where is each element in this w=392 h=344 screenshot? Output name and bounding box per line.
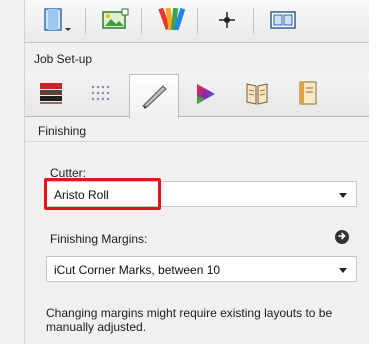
panels-button[interactable] [263, 5, 303, 37]
book-icon [242, 79, 272, 110]
crosshair-icon [215, 8, 239, 35]
app-window: Job Set-up Finishing Cutter: Aristo Roll… [0, 0, 392, 344]
margins-info-button[interactable] [335, 230, 349, 244]
color-swatches-icon [156, 6, 186, 37]
grid-dots-icon [86, 79, 116, 110]
job-setup-panel: Job Set-up Finishing Cutter: Aristo Roll… [24, 0, 370, 344]
tab-finishing[interactable] [129, 74, 179, 118]
cutter-label: Cutter: [50, 166, 87, 180]
media-stack-icon [36, 79, 66, 110]
color-swatches-button[interactable] [151, 5, 191, 37]
cutter-select[interactable]: Aristo Roll [46, 181, 357, 207]
tab-grid[interactable] [77, 74, 125, 114]
finishing-knife-icon [137, 80, 171, 113]
document-dropdown-button[interactable] [37, 5, 77, 37]
chevron-down-icon [339, 193, 347, 198]
document-dropdown-icon [39, 6, 75, 37]
tab-book[interactable] [233, 74, 281, 114]
image-layout-button[interactable] [95, 5, 135, 37]
top-toolbar [25, 0, 369, 43]
finishing-section-title: Finishing [38, 124, 87, 138]
finishing-margins-label: Finishing Margins: [50, 232, 148, 246]
settings-tab-row [25, 72, 369, 118]
document-bookmark-icon [294, 79, 324, 110]
cutter-select-value: Aristo Roll [54, 188, 109, 202]
panels-icon [268, 8, 298, 35]
arrow-right-icon [337, 230, 347, 244]
margins-note: Changing margins might require existing … [46, 306, 333, 334]
job-setup-label: Job Set-up [34, 52, 93, 66]
tab-media[interactable] [27, 74, 75, 114]
chevron-down-icon [339, 268, 347, 273]
image-layout-icon [99, 7, 131, 36]
finishing-margins-value: iCut Corner Marks, between 10 [54, 263, 221, 277]
crosshair-button[interactable] [207, 5, 247, 37]
left-gutter [0, 0, 24, 344]
color-triangle-icon [190, 79, 220, 110]
section-divider [25, 141, 369, 142]
tab-color[interactable] [181, 74, 229, 114]
finishing-margins-select[interactable]: iCut Corner Marks, between 10 [46, 256, 357, 282]
right-gutter [369, 0, 392, 344]
tab-document[interactable] [285, 74, 333, 114]
